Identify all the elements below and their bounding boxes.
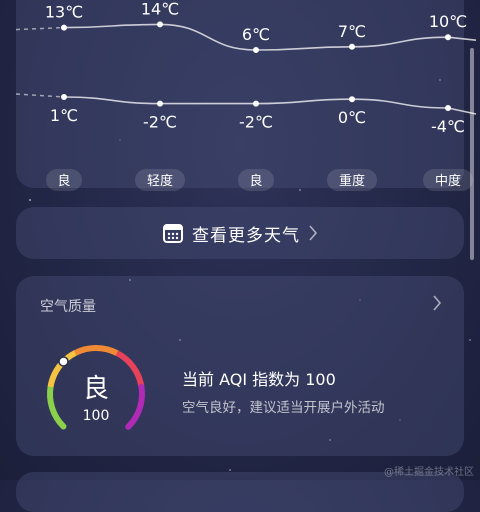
aqi-value: 100 <box>82 408 110 424</box>
aqi-ring-segment <box>115 350 145 388</box>
aqi-grade: 良 <box>82 374 109 404</box>
high-temp-point <box>349 43 355 50</box>
low-temp-leadin <box>15 93 65 98</box>
air-quality-card[interactable]: 空气质量 良 100 当前 AQI 指数为 100 空气良好，建议适当开展户外活… <box>16 276 464 456</box>
aqi-pill-label: 良 <box>249 173 262 189</box>
high-temp-leadin <box>15 26 65 31</box>
forecast-chart: 晴13℃1℃良晴14℃-2℃轻度多云6℃-2℃良多云7℃0℃重度多云10℃-4℃… <box>15 0 477 191</box>
high-temp-point <box>445 34 451 41</box>
next-card <box>16 472 464 512</box>
high-temp-label: 6℃ <box>242 25 270 44</box>
low-temp-point <box>253 100 259 107</box>
low-temp-label: 1℃ <box>50 106 78 125</box>
low-temp-point <box>445 105 451 111</box>
aqi-ring-marker <box>58 356 69 367</box>
low-temp-point <box>349 96 355 103</box>
chevron-right-icon <box>309 225 318 241</box>
aqi-ring-segment <box>47 383 67 430</box>
chevron-right-icon[interactable] <box>432 294 442 312</box>
aqi-pill-label: 重度 <box>339 173 365 189</box>
aqi-headline: 当前 AQI 指数为 100 <box>182 370 336 389</box>
high-temp-label: 10℃ <box>429 12 467 31</box>
high-temp-label: 14℃ <box>141 0 179 18</box>
high-temp-point <box>61 24 67 31</box>
high-temp-point <box>253 47 259 53</box>
low-temp-label: -2℃ <box>239 113 273 132</box>
air-quality-title: 空气质量 <box>40 299 96 315</box>
low-temp-label: -2℃ <box>143 113 177 132</box>
high-temp-label: 7℃ <box>338 22 366 41</box>
more-weather-label: 查看更多天气 <box>192 225 300 246</box>
aqi-pill-label: 中度 <box>435 173 461 189</box>
low-temp-label: 0℃ <box>338 108 366 127</box>
more-weather-button[interactable]: 查看更多天气 <box>16 207 464 259</box>
forecast-card: 晴13℃1℃良晴14℃-2℃轻度多云6℃-2℃良多云7℃0℃重度多云10℃-4℃… <box>15 0 477 191</box>
calendar-icon <box>163 224 183 243</box>
low-temp-label: -4℃ <box>431 117 465 136</box>
high-temp-point <box>157 21 163 28</box>
aqi-advice: 空气良好，建议适当开展户外活动 <box>182 400 385 416</box>
aqi-ring-segment <box>125 383 145 430</box>
low-temp-point <box>157 100 163 107</box>
aqi-pill-label: 轻度 <box>147 173 173 189</box>
scrollbar[interactable] <box>470 48 474 260</box>
aqi-ring-segment <box>73 345 119 356</box>
aqi-pill-label: 良 <box>57 173 70 189</box>
low-temp-line <box>63 96 477 115</box>
high-temp-label: 13℃ <box>45 3 83 22</box>
low-temp-point <box>61 94 67 100</box>
watermark: @稀土掘金技术社区 <box>384 467 474 478</box>
